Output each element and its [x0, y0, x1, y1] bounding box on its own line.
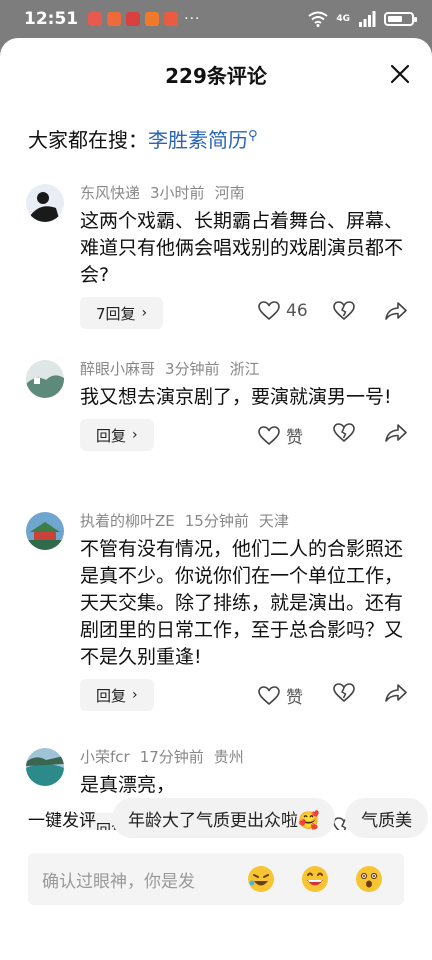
like-button[interactable]: 46 [258, 301, 308, 321]
comment-username[interactable]: 东风快递 [80, 182, 140, 203]
dislike-button[interactable] [333, 683, 355, 703]
comment-time: 17分钟前 [139, 747, 204, 766]
reply-button[interactable]: 7回复 › [80, 297, 164, 329]
comment-time: 3分钟前 [165, 359, 220, 378]
comment-list[interactable]: 东风快递 3小时前 河南 这两个戏霸、长期霸占着舞台、屏幕、难道只有他俩会唱戏别… [0, 174, 432, 830]
laughing-emoji-icon[interactable] [246, 864, 276, 894]
comment-actions: 7回复 › 46 [80, 297, 412, 337]
search-icon: ⚲ [248, 128, 258, 144]
app-notification-icon [126, 12, 141, 26]
dislike-button[interactable] [333, 423, 355, 443]
heart-icon [258, 685, 280, 705]
comment-text: 我又想去演京剧了，要演就演男一号! [80, 386, 392, 408]
comment-meta: 小荣fcr 17分钟前 贵州 [80, 742, 412, 770]
heart-icon [258, 425, 280, 445]
comment-count-title: 229条评论 [165, 63, 267, 88]
comment-meta: 东风快递 3小时前 河南 [80, 178, 412, 206]
avatar[interactable] [26, 512, 64, 550]
quick-comment-label: 一键发评 [28, 810, 96, 831]
like-count: 46 [286, 301, 308, 321]
comment-input-bar: 确认过眼神，你是发 [28, 853, 404, 905]
comment-actions: 回复 › 赞 [80, 679, 412, 719]
comment-actions: 回复 › 赞 [80, 419, 412, 459]
reply-label: 回复 [96, 686, 127, 705]
trending-search-label: 大家都在搜： [28, 128, 148, 152]
like-button[interactable]: 赞 [258, 683, 303, 708]
network-type: 4G [336, 14, 350, 24]
comment-location: 浙江 [229, 359, 260, 378]
broken-heart-icon [333, 301, 355, 320]
more-notifications-icon: ··· [184, 11, 201, 27]
signal-icon [359, 11, 376, 27]
trending-search-term[interactable]: 李胜素简历 [148, 128, 248, 152]
heart-icon [258, 301, 280, 320]
app-notification-icon [145, 12, 160, 26]
broken-heart-icon [333, 423, 355, 442]
status-time: 12:51 [24, 9, 79, 29]
comment-item: 东风快递 3小时前 河南 这两个戏霸、长期霸占着舞台、屏幕、难道只有他俩会唱戏别… [0, 178, 432, 337]
comment-input[interactable]: 确认过眼神，你是发 [42, 867, 218, 892]
app-notification-icon [164, 12, 179, 26]
avatar[interactable] [26, 360, 64, 398]
reply-label: 7回复 [96, 304, 136, 323]
comment-username[interactable]: 执着的柳叶ZE [80, 510, 175, 531]
share-icon [385, 302, 407, 320]
status-bar: 12:51 ··· 4G [0, 0, 432, 38]
comments-sheet: 229条评论 大家都在搜：李胜素简历⚲ 东风快递 3小时前 河南 这两个戏霸、长… [0, 38, 432, 960]
quick-comment-chip[interactable]: 年龄大了气质更出众啦🥰 [112, 798, 336, 838]
comment-location: 天津 [258, 511, 289, 530]
reply-button[interactable]: 回复 › [80, 419, 154, 451]
like-button[interactable]: 赞 [258, 423, 303, 448]
share-button[interactable] [385, 423, 407, 443]
comment-location: 贵州 [213, 747, 244, 766]
quick-comment-chip[interactable]: 气质美 [345, 798, 429, 838]
broken-heart-icon [333, 683, 355, 702]
comment-text: 不管有没有情况，他们二人的合影照还是真不少。你说你们在一个单位工作，天天交集。除… [80, 538, 404, 668]
comment-meta: 醉眼小麻哥 3分钟前 浙江 [80, 354, 412, 382]
surprised-emoji-icon[interactable] [354, 864, 384, 894]
reply-button[interactable]: 回复 › [80, 679, 154, 711]
reply-label: 回复 [96, 426, 127, 445]
comment-username[interactable]: 醉眼小麻哥 [80, 358, 155, 379]
comment-time: 15分钟前 [184, 511, 249, 530]
wifi-icon [308, 11, 328, 27]
comment-location: 河南 [214, 183, 245, 202]
chevron-right-icon: › [132, 427, 138, 443]
comment-time: 3小时前 [150, 183, 205, 202]
trending-search: 大家都在搜：李胜素简历⚲ [0, 110, 432, 154]
grinning-emoji-icon[interactable] [300, 864, 330, 894]
chevron-right-icon: › [132, 687, 138, 703]
notification-icons [88, 12, 179, 26]
dislike-button[interactable] [333, 301, 355, 321]
share-icon [385, 424, 407, 442]
app-notification-icon [107, 12, 122, 26]
avatar[interactable] [26, 184, 64, 222]
chevron-right-icon: › [141, 305, 148, 321]
avatar[interactable] [26, 748, 64, 786]
like-count: 赞 [286, 428, 303, 448]
close-icon[interactable] [388, 62, 412, 86]
comment-meta: 执着的柳叶ZE 15分钟前 天津 [80, 506, 412, 534]
sheet-header: 229条评论 [0, 38, 432, 110]
comment-item: 醉眼小麻哥 3分钟前 浙江 我又想去演京剧了，要演就演男一号! 回复 › 赞 [0, 354, 432, 459]
like-count: 赞 [286, 688, 303, 708]
share-icon [385, 684, 407, 702]
app-notification-icon [88, 12, 103, 26]
share-button[interactable] [385, 683, 407, 703]
battery-icon [384, 12, 417, 26]
comment-text: 这两个戏霸、长期霸占着舞台、屏幕、难道只有他俩会唱戏别的戏剧演员都不会? [80, 210, 404, 286]
comment-item: 执着的柳叶ZE 15分钟前 天津 不管有没有情况，他们二人的合影照还是真不少。你… [0, 506, 432, 719]
comment-username[interactable]: 小荣fcr [80, 746, 130, 767]
quick-comment-row: 一键发评 年龄大了气质更出众啦🥰 气质美 [0, 792, 432, 844]
share-button[interactable] [385, 301, 407, 321]
